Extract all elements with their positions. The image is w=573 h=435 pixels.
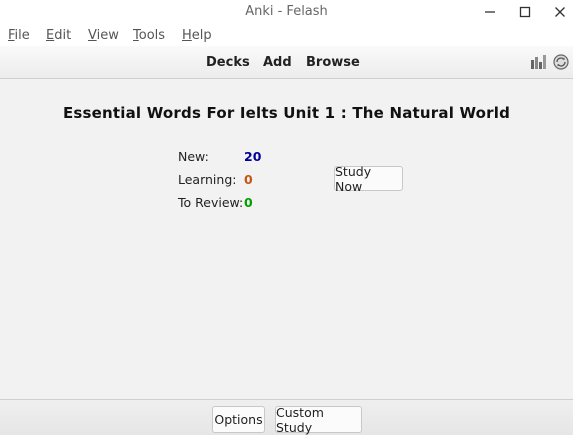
new-count: 20 [244, 149, 262, 164]
decks-link[interactable]: Decks [206, 55, 250, 70]
add-link[interactable]: Add [263, 55, 292, 70]
minimize-button[interactable] [473, 0, 507, 24]
minimize-icon [485, 11, 495, 13]
browse-link[interactable]: Browse [306, 55, 360, 70]
menu-edit-label: dit [54, 28, 72, 43]
learning-count: 0 [244, 172, 253, 187]
options-button[interactable]: Options [212, 406, 265, 433]
menu-bar: File Edit View Tools Help [0, 24, 573, 46]
menu-help-accel: H [182, 28, 192, 43]
anki-window: Anki - Felash File Edit View Tools Help … [0, 0, 573, 435]
menu-file-label: ile [14, 28, 30, 43]
menu-edit-accel: E [46, 28, 55, 43]
title-bar: Anki - Felash [0, 0, 573, 24]
study-now-button[interactable]: Study Now [334, 164, 403, 194]
menu-tools[interactable]: Tools [133, 28, 165, 43]
close-icon [555, 7, 565, 17]
custom-study-button[interactable]: Custom Study [275, 405, 362, 435]
menu-view[interactable]: View [88, 28, 119, 43]
menu-tools-label: ools [138, 28, 166, 43]
menu-file[interactable]: File [8, 28, 30, 43]
maximize-icon [519, 6, 531, 18]
maximize-button[interactable] [508, 0, 542, 24]
menu-view-accel: V [88, 28, 97, 43]
new-label: New: [178, 149, 209, 164]
menu-view-label: iew [96, 28, 119, 43]
bottom-bar: Options Custom Study [0, 399, 573, 435]
menu-edit[interactable]: Edit [46, 28, 71, 43]
menu-help-label: elp [191, 28, 212, 43]
learning-label: Learning: [178, 172, 237, 187]
review-count: 0 [244, 195, 253, 210]
stats-icon[interactable] [530, 54, 548, 70]
deck-title: Essential Words For Ielts Unit 1 : The N… [62, 104, 511, 122]
menu-help[interactable]: Help [182, 28, 212, 43]
close-button[interactable] [543, 0, 573, 24]
review-label: To Review: [178, 195, 244, 210]
sync-icon[interactable] [552, 54, 570, 70]
main-toolbar: Decks Add Browse [0, 46, 573, 79]
